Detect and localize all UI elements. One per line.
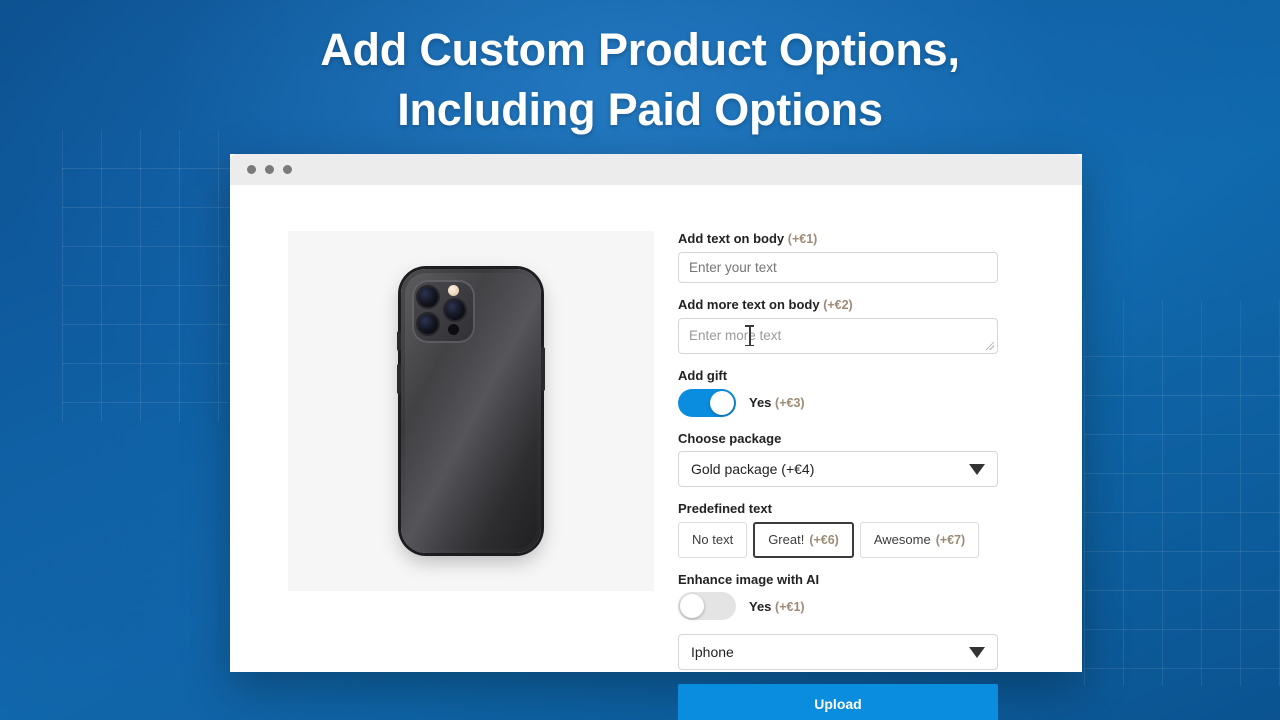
slide-canvas: Add Custom Product Options, Including Pa… [0, 0, 1280, 720]
camera-lidar-icon [448, 324, 459, 335]
field-enhance-image-with-ai: Enhance image with AI Yes (+€1) [678, 572, 1018, 621]
phone-volume-buttons [397, 364, 401, 394]
add-gift-toggle[interactable] [678, 388, 736, 417]
predefined-text-option-no-text[interactable]: No text [678, 521, 748, 558]
window-maximize-dot[interactable] [283, 165, 292, 174]
field-predefined-text: Predefined text No text Great! (+€6) Awe… [678, 501, 1018, 558]
camera-flash-icon [448, 285, 459, 296]
toggle-state-text: Yes [749, 598, 772, 614]
phone-power-button [541, 347, 545, 391]
product-options-pane: Add text on body (+€1) Add more text on … [678, 231, 1082, 720]
choose-package-select[interactable]: Gold package (+€4) [678, 451, 998, 488]
browser-content: Add text on body (+€1) Add more text on … [230, 185, 1082, 720]
add-more-text-on-body-textarea[interactable]: Enter more text [678, 318, 998, 354]
label-text: Add text on body [678, 231, 785, 246]
field-device-select: Iphone [678, 634, 1018, 671]
product-image-pane [230, 231, 678, 672]
chevron-down-icon [969, 646, 985, 658]
phone-camera-module [412, 280, 475, 343]
field-label-add-text-on-body: Add text on body (+€1) [678, 231, 1018, 247]
page-title: Add Custom Product Options, Including Pa… [0, 20, 1280, 140]
price-badge: (+€2) [823, 298, 853, 312]
background-grid-right [1084, 356, 1280, 686]
background-grid-right-top [1084, 300, 1280, 356]
window-close-dot[interactable] [247, 165, 256, 174]
background-grid-left [62, 168, 238, 422]
add-gift-toggle-label: Yes (+€3) [749, 395, 805, 410]
field-label-choose-package: Choose package [678, 430, 782, 446]
enhance-ai-toggle-row: Yes (+€1) [678, 592, 1018, 621]
predefined-text-option-awesome[interactable]: Awesome (+€7) [859, 521, 980, 558]
option-label: Great! [768, 532, 805, 548]
add-gift-toggle-row: Yes (+€3) [678, 388, 1018, 417]
browser-window: Add text on body (+€1) Add more text on … [230, 154, 1082, 720]
price-badge: (+€1) [775, 599, 805, 614]
label-text: Add more text on body [678, 297, 820, 312]
field-add-text-on-body: Add text on body (+€1) [678, 231, 1018, 283]
device-selected-value: Iphone [691, 644, 734, 661]
field-add-more-text-on-body: Add more text on body (+€2) Enter more t… [678, 297, 1018, 354]
field-add-gift: Add gift Yes (+€3) [678, 368, 1018, 417]
textarea-placeholder: Enter more text [689, 328, 782, 343]
price-badge: (+€1) [787, 232, 818, 246]
phone-mute-switch [397, 331, 401, 351]
field-choose-package: Choose package Gold package (+€4) [678, 431, 1018, 488]
price-badge: (+€3) [775, 396, 805, 411]
field-label-add-more-text-on-body: Add more text on body (+€2) [678, 297, 1018, 313]
option-label: No text [692, 532, 734, 548]
product-phone-image [397, 269, 545, 553]
predefined-text-segmented-control: No text Great! (+€6) Awesome (+€7) [678, 521, 1018, 558]
field-label-add-gift: Add gift [678, 368, 728, 383]
toggle-knob [680, 594, 704, 619]
enhance-ai-toggle[interactable] [678, 592, 736, 621]
camera-lens-icon [418, 287, 438, 307]
product-image-frame[interactable] [288, 231, 654, 591]
option-label: Awesome [873, 532, 931, 548]
price-badge: (+€6) [809, 532, 839, 547]
price-badge: (+€7) [935, 532, 966, 547]
upload-button[interactable]: Upload [678, 684, 998, 720]
page-title-line-2: Including Paid Options [397, 83, 883, 135]
toggle-knob [710, 390, 734, 415]
enhance-ai-toggle-label: Yes (+€1) [749, 599, 805, 614]
camera-lens-icon [418, 314, 438, 334]
field-label-enhance-image-with-ai: Enhance image with AI [678, 571, 820, 587]
camera-lens-icon [445, 300, 465, 320]
window-minimize-dot[interactable] [265, 165, 274, 174]
field-label-predefined-text: Predefined text [678, 501, 772, 517]
device-select[interactable]: Iphone [678, 634, 998, 671]
browser-titlebar [230, 154, 1082, 185]
chevron-down-icon [969, 463, 985, 475]
page-title-line-1: Add Custom Product Options, [320, 24, 960, 75]
add-text-on-body-input[interactable] [678, 252, 998, 283]
predefined-text-option-great[interactable]: Great! (+€6) [753, 521, 854, 558]
toggle-state-text: Yes [749, 395, 772, 411]
choose-package-selected-value: Gold package (+€4) [691, 461, 815, 478]
